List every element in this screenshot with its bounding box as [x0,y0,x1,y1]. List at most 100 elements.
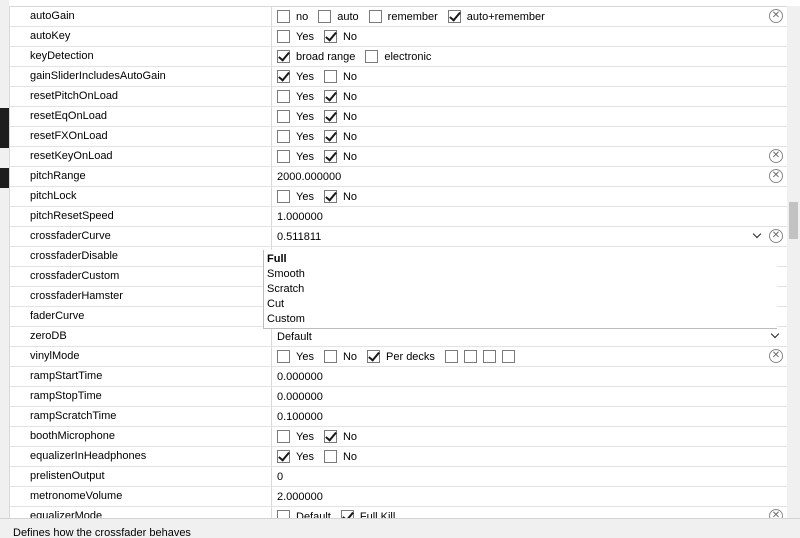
option-yes[interactable]: Yes [277,150,324,163]
option-yes[interactable]: Yes [277,130,324,143]
option-label: Yes [296,130,314,143]
option-auto-remember[interactable]: auto+remember [447,10,555,23]
checkbox[interactable] [367,350,381,363]
checkbox[interactable] [323,30,337,43]
checkbox[interactable] [277,430,290,443]
option-yes[interactable]: Yes [277,450,324,463]
checkbox[interactable] [277,190,290,203]
checkbox[interactable] [277,50,290,63]
setting-value-ramp-scratch-time[interactable]: 0.100000 [272,407,788,426]
checkbox[interactable] [323,350,337,363]
setting-row-pitch-lock: pitchLock Yes No [10,187,788,207]
checkbox[interactable] [277,150,290,163]
option-label: Per decks [386,350,435,363]
checkbox[interactable] [318,10,332,23]
checkbox[interactable] [277,70,290,83]
clear-circle-icon[interactable]: ✕ [769,169,783,183]
checkbox[interactable] [444,350,458,363]
setting-name: pitchLock [10,187,272,206]
option-yes[interactable]: Yes [277,430,324,443]
checkbox[interactable] [323,130,337,143]
option-remember[interactable]: remember [368,10,448,23]
setting-value-metronome-volume[interactable]: 2.000000 [272,487,788,506]
checkbox[interactable] [277,90,290,103]
left-strip-marker [0,168,9,188]
checkbox[interactable] [277,10,290,23]
option-yes[interactable]: Yes [277,190,324,203]
option-no[interactable]: No [323,430,367,443]
setting-value-crossfader-curve[interactable]: 0.511811 [272,227,788,246]
setting-value-prelisten-output[interactable]: 0 [272,467,788,486]
dropdown-option-cut[interactable]: Cut [267,297,777,312]
dropdown-option-custom[interactable]: Custom [267,312,777,327]
option-blank-6[interactable] [501,350,521,363]
setting-name: prelistenOutput [10,467,272,486]
checkbox[interactable] [365,50,379,63]
dropdown-option-full[interactable]: Full [267,252,777,267]
checkbox[interactable] [323,70,337,83]
option-no[interactable]: No [323,30,367,43]
option-yes[interactable]: Yes [277,30,324,43]
option-no[interactable]: No [323,110,367,123]
option-no[interactable]: No [323,450,367,463]
setting-name: equalizerInHeadphones [10,447,272,466]
checkbox[interactable] [501,350,515,363]
clear-circle-icon[interactable]: ✕ [769,149,783,163]
option-broad-range[interactable]: broad range [277,50,365,63]
checkbox[interactable] [368,10,382,23]
checkbox[interactable] [463,350,477,363]
chevron-down-icon[interactable] [770,328,782,344]
checkbox[interactable] [323,110,337,123]
setting-name: resetFXOnLoad [10,127,272,146]
option-blank-4[interactable] [463,350,483,363]
option-yes[interactable]: Yes [277,350,324,363]
setting-value-pitch-reset-speed[interactable]: 1.000000 [272,207,788,226]
clear-circle-icon[interactable]: ✕ [769,229,783,243]
checkbox[interactable] [323,90,337,103]
setting-value-ramp-start-time[interactable]: 0.000000 [272,367,788,386]
option-no[interactable]: No [323,90,367,103]
option-yes[interactable]: Yes [277,90,324,103]
clear-circle-icon[interactable]: ✕ [769,9,783,23]
setting-name: rampScratchTime [10,407,272,426]
option-no[interactable]: No [323,150,367,163]
checkbox[interactable] [323,450,337,463]
checkbox[interactable] [277,130,290,143]
option-electronic[interactable]: electronic [365,50,441,63]
setting-value-pitch-range[interactable]: 2000.000000 [272,167,788,186]
setting-name: autoGain [10,7,272,26]
dropdown-option-smooth[interactable]: Smooth [267,267,777,282]
option-no[interactable]: No [323,350,367,363]
setting-value-ramp-stop-time[interactable]: 0.000000 [272,387,788,406]
option-no[interactable]: No [323,130,367,143]
setting-name: keyDetection [10,47,272,66]
setting-value-zero-db[interactable]: Default [272,327,788,346]
checkbox[interactable] [277,450,290,463]
option-no[interactable]: No [323,190,367,203]
chevron-down-icon[interactable] [752,228,764,244]
checkbox[interactable] [277,110,290,123]
dropdown-option-scratch[interactable]: Scratch [267,282,777,297]
left-strip [0,0,9,538]
clear-circle-icon[interactable]: ✕ [769,349,783,363]
checkbox[interactable] [323,150,337,163]
checkbox[interactable] [323,190,337,203]
option-per-decks[interactable]: Per decks [367,350,445,363]
option-auto[interactable]: auto [318,10,368,23]
option-no[interactable]: No [323,70,367,83]
option-no[interactable]: no [277,10,318,23]
status-bar: Defines how the crossfader behaves [0,518,800,538]
option-blank-5[interactable] [482,350,502,363]
checkbox[interactable] [447,10,461,23]
checkbox[interactable] [277,350,290,363]
option-yes[interactable]: Yes [277,70,324,83]
option-yes[interactable]: Yes [277,110,324,123]
checkbox[interactable] [323,430,337,443]
vertical-scrollbar[interactable] [787,6,800,518]
checkbox[interactable] [277,30,290,43]
checkbox[interactable] [482,350,496,363]
option-blank-3[interactable] [444,350,464,363]
setting-row-crossfader-curve: crossfaderCurve 0.511811 ✕ [10,227,788,247]
scrollbar-thumb[interactable] [789,202,798,239]
option-label: remember [387,10,438,23]
